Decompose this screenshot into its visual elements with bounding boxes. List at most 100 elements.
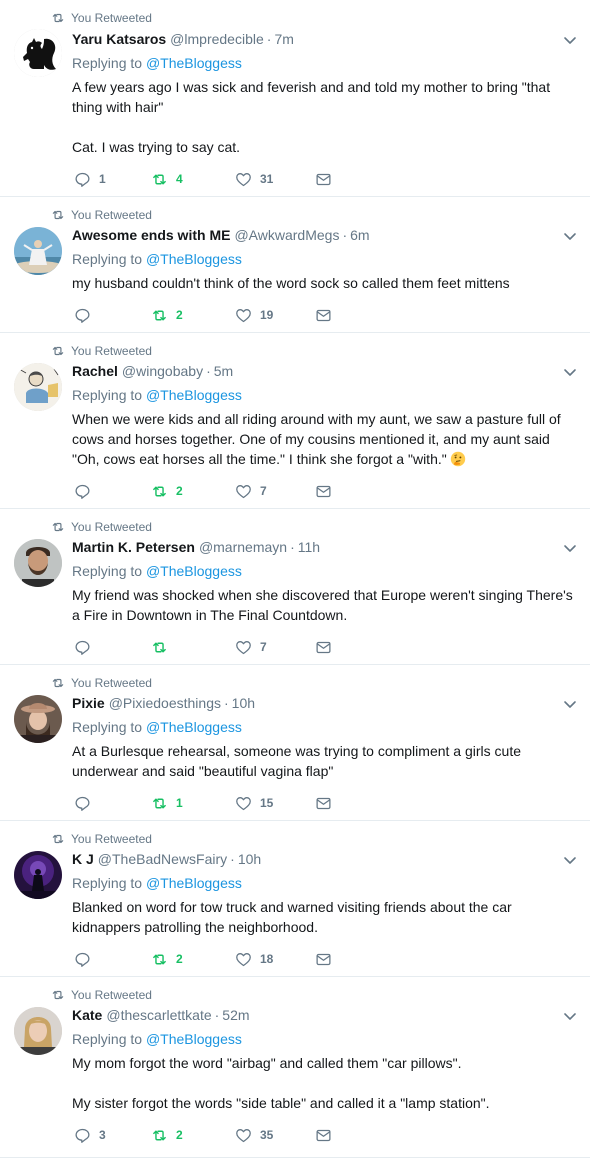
timestamp[interactable]: 52m	[222, 1007, 249, 1023]
retweet-icon	[151, 483, 176, 500]
like-button[interactable]: 18	[235, 949, 273, 969]
retweet-button[interactable]: 2	[151, 481, 183, 501]
tweet-card[interactable]: You Retweeted K J @TheBadNewsFairy · 10h Repl…	[0, 821, 590, 977]
direct-message-button[interactable]	[315, 793, 340, 813]
timestamp[interactable]: 10h	[238, 851, 261, 867]
like-button[interactable]: 7	[235, 481, 267, 501]
chevron-down-icon[interactable]	[562, 852, 578, 868]
direct-message-button[interactable]	[315, 1125, 340, 1145]
retweet-button[interactable]: 4	[151, 169, 183, 189]
avatar[interactable]	[14, 539, 62, 587]
timestamp[interactable]: 5m	[214, 363, 233, 379]
display-name[interactable]: Awesome ends with ME	[72, 227, 230, 243]
display-name[interactable]: Yaru Katsaros	[72, 31, 166, 47]
username[interactable]: @thescarlettkate	[106, 1007, 211, 1023]
retweet-button[interactable]: 1	[151, 793, 183, 813]
username[interactable]: @lmpredecible	[170, 31, 264, 47]
retweet-context-label: You Retweeted	[71, 988, 152, 1002]
mention-link[interactable]: @TheBloggess	[146, 875, 242, 891]
username[interactable]: @Pixiedoesthings	[109, 695, 221, 711]
timestamp[interactable]: 7m	[274, 31, 293, 47]
retweet-count: 1	[176, 796, 183, 810]
like-count: 31	[260, 172, 274, 186]
username[interactable]: @wingobaby	[122, 363, 203, 379]
mention-link[interactable]: @TheBloggess	[146, 387, 242, 403]
reply-button[interactable]: 3	[74, 1125, 106, 1145]
like-button[interactable]: 19	[235, 305, 273, 325]
tweet-card[interactable]: You Retweeted Rachel @wingobaby · 5m Replying…	[0, 333, 590, 509]
like-count: 15	[260, 796, 274, 810]
avatar[interactable]	[14, 851, 62, 899]
reply-button[interactable]	[74, 793, 99, 813]
like-button[interactable]: 7	[235, 637, 267, 657]
username[interactable]: @TheBadNewsFairy	[98, 851, 227, 867]
retweet-icon	[151, 795, 176, 812]
like-button[interactable]: 35	[235, 1125, 273, 1145]
replying-to-prefix: Replying to	[72, 55, 143, 71]
reply-button[interactable]	[74, 949, 99, 969]
avatar[interactable]	[14, 227, 62, 275]
reply-button[interactable]	[74, 637, 99, 657]
avatar[interactable]	[14, 29, 62, 77]
direct-message-button[interactable]	[315, 949, 340, 969]
display-name[interactable]: Martin K. Petersen	[72, 539, 195, 555]
tweet-card[interactable]: You Retweeted Pixie @Pixiedoesthings · 10h Re…	[0, 665, 590, 821]
display-name[interactable]: K J	[72, 851, 94, 867]
retweet-icon	[51, 11, 71, 25]
mention-link[interactable]: @TheBloggess	[146, 55, 242, 71]
mention-link[interactable]: @TheBloggess	[146, 251, 242, 267]
chevron-down-icon[interactable]	[562, 540, 578, 556]
avatar[interactable]	[14, 1007, 62, 1055]
direct-message-button[interactable]	[315, 481, 340, 501]
retweet-button[interactable]	[151, 637, 176, 657]
tweet-text: When we were kids and all riding around …	[72, 409, 578, 469]
chevron-down-icon[interactable]	[562, 1008, 578, 1024]
chevron-down-icon[interactable]	[562, 696, 578, 712]
mention-link[interactable]: @TheBloggess	[146, 719, 242, 735]
avatar[interactable]	[14, 363, 62, 411]
tweet-card[interactable]: You Retweeted Martin K. Petersen @marnemay…	[0, 509, 590, 665]
mention-link[interactable]: @TheBloggess	[146, 1031, 242, 1047]
reply-icon	[74, 307, 99, 324]
tweet-card[interactable]: You Retweeted Awesome ends with ME @Awkwar…	[0, 197, 590, 333]
timestamp[interactable]: 6m	[350, 227, 369, 243]
tweet-card[interactable]: You Retweeted Kate @thescarlettkate · 52m Rep…	[0, 977, 590, 1158]
retweet-context: You Retweeted	[51, 10, 152, 26]
tweet-actions: 1 4 31	[72, 169, 392, 189]
mention-link[interactable]: @TheBloggess	[146, 563, 242, 579]
timestamp[interactable]: 10h	[232, 695, 255, 711]
tweet-paragraph: When we were kids and all riding around …	[72, 409, 578, 469]
chevron-down-icon[interactable]	[562, 32, 578, 48]
replying-to: Replying to @TheBloggess	[72, 249, 242, 269]
reply-button[interactable]: 1	[74, 169, 106, 189]
display-name[interactable]: Kate	[72, 1007, 102, 1023]
username[interactable]: @marnemayn	[199, 539, 287, 555]
retweet-context: You Retweeted	[51, 343, 152, 359]
retweet-icon	[151, 639, 176, 656]
retweet-button[interactable]: 2	[151, 305, 183, 325]
chevron-down-icon[interactable]	[562, 364, 578, 380]
tweet-card[interactable]: You Retweeted Yaru Katsaros @lmpredecible ·…	[0, 0, 590, 197]
direct-message-button[interactable]	[315, 637, 340, 657]
timestamp[interactable]: 11h	[298, 539, 320, 555]
reply-button[interactable]	[74, 305, 99, 325]
chevron-down-icon[interactable]	[562, 228, 578, 244]
reply-button[interactable]	[74, 481, 99, 501]
like-button[interactable]: 31	[235, 169, 273, 189]
separator-dot: ·	[290, 539, 295, 555]
retweet-button[interactable]: 2	[151, 1125, 183, 1145]
direct-message-button[interactable]	[315, 305, 340, 325]
display-name[interactable]: Rachel	[72, 363, 118, 379]
direct-message-button[interactable]	[315, 169, 340, 189]
retweet-icon	[51, 832, 71, 846]
retweet-button[interactable]: 2	[151, 949, 183, 969]
username[interactable]: @AwkwardMegs	[234, 227, 339, 243]
separator-dot: ·	[266, 31, 272, 47]
tweet-paragraph-text: Blanked on word for tow truck and warned…	[72, 899, 512, 935]
display-name[interactable]: Pixie	[72, 695, 105, 711]
like-button[interactable]: 15	[235, 793, 273, 813]
retweet-count: 2	[176, 952, 183, 966]
replying-to: Replying to @TheBloggess	[72, 717, 242, 737]
retweet-count: 4	[176, 172, 183, 186]
avatar[interactable]	[14, 695, 62, 743]
